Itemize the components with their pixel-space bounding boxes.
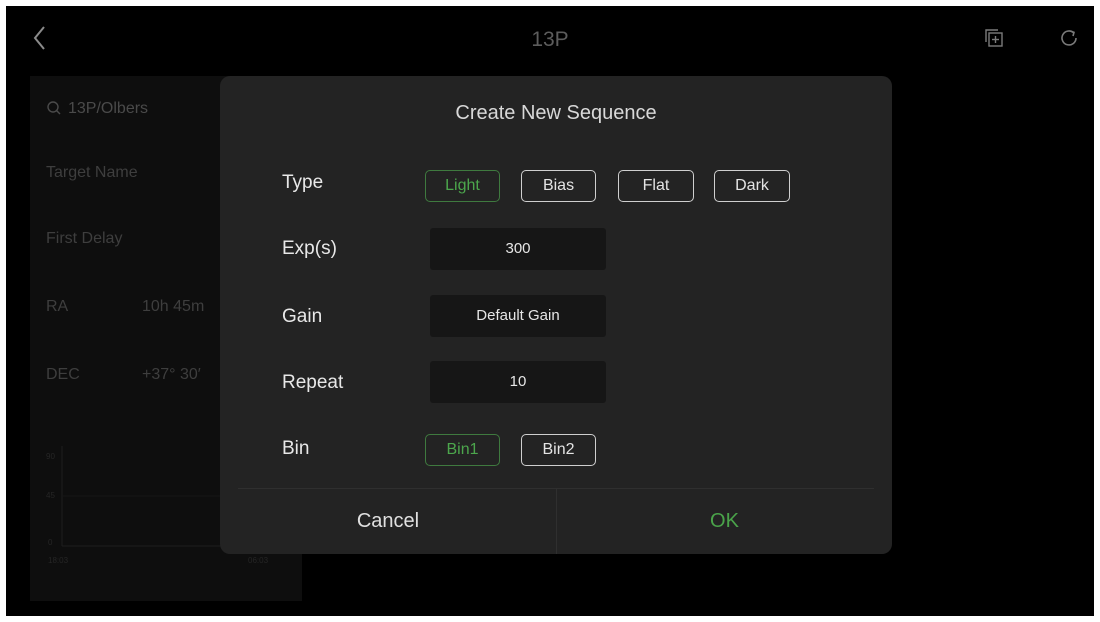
ok-button[interactable]: OK — [557, 489, 892, 554]
ra-label: RA — [46, 298, 69, 315]
cancel-button[interactable]: Cancel — [220, 489, 556, 554]
repeat-input[interactable]: 10 — [430, 361, 606, 403]
refresh-icon[interactable] — [1058, 27, 1080, 49]
create-sequence-dialog: Create New Sequence Type Light Bias Flat… — [220, 76, 892, 554]
bin2-button[interactable]: Bin2 — [521, 434, 596, 466]
chart-y-tick-top: 90 — [46, 452, 55, 461]
exposure-label: Exp(s) — [282, 238, 337, 259]
chart-x-tick-left: 18:03 — [48, 556, 69, 565]
bin-label: Bin — [282, 438, 310, 459]
ra-value: 10h 45m — [142, 298, 205, 315]
type-flat-button[interactable]: Flat — [618, 170, 694, 202]
bin1-button[interactable]: Bin1 — [425, 434, 500, 466]
first-delay-label: First Delay — [46, 230, 123, 247]
dialog-title: Create New Sequence — [455, 102, 657, 124]
chart-x-tick-right: 06:03 — [248, 556, 269, 565]
search-icon — [47, 101, 61, 115]
target-name-label: Target Name — [46, 164, 138, 181]
search-text: 13P/Olbers — [68, 100, 149, 117]
chart-y-tick-mid: 45 — [46, 491, 55, 500]
dec-value: +37° 30′ — [142, 366, 201, 383]
app-screen: 13P 13P/Olbers Target Name First Delay R… — [6, 6, 1094, 616]
exposure-input[interactable]: 300 — [430, 228, 606, 270]
type-label: Type — [282, 172, 324, 193]
top-bar: 13P — [6, 6, 1094, 70]
add-copy-icon[interactable] — [984, 28, 1004, 48]
type-dark-button[interactable]: Dark — [714, 170, 790, 202]
type-light-button[interactable]: Light — [425, 170, 500, 202]
type-bias-button[interactable]: Bias — [521, 170, 596, 202]
gain-select[interactable]: Default Gain — [430, 295, 606, 337]
page-title: 13P — [531, 28, 569, 51]
repeat-label: Repeat — [282, 372, 344, 393]
chart-y-tick-bottom: 0 — [48, 538, 53, 547]
search-field[interactable]: 13P/Olbers — [46, 100, 148, 118]
gain-label: Gain — [282, 306, 323, 327]
dec-label: DEC — [46, 366, 80, 383]
